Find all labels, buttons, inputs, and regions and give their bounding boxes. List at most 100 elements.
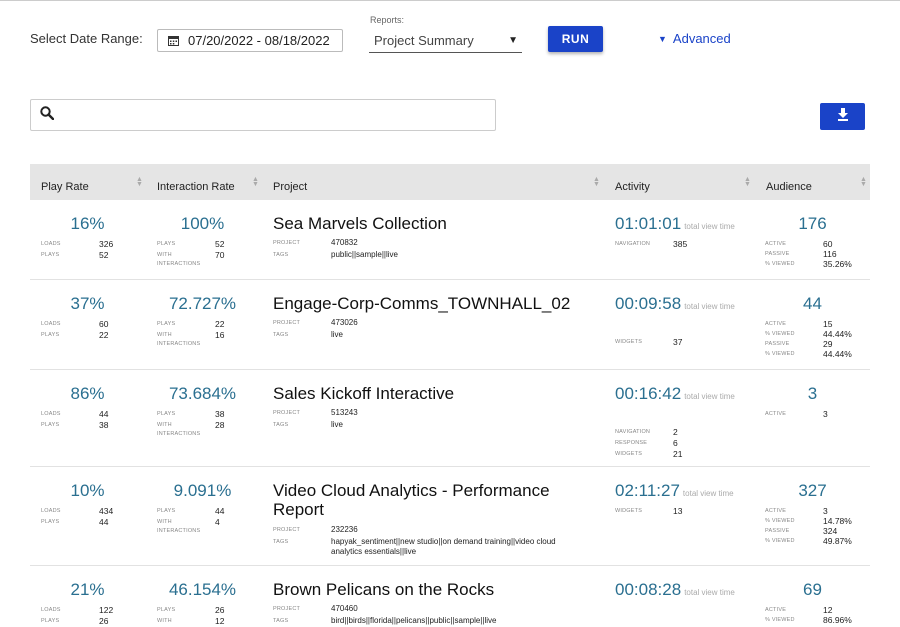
- project-details: Project 473026 Tags live: [273, 318, 571, 340]
- sort-icon[interactable]: ▲ ▼: [593, 176, 600, 188]
- interaction-rate-value: 46.154%: [168, 580, 237, 599]
- reports-select[interactable]: Project Summary ▼: [369, 29, 522, 53]
- project-details: Project 513243 Tags live: [273, 408, 571, 430]
- loads-label: Loads: [41, 411, 61, 417]
- project-title[interactable]: Brown Pelicans on the Rocks: [273, 580, 603, 599]
- project-title[interactable]: Sea Marvels Collection: [273, 214, 603, 233]
- tags-label: Tags: [273, 332, 289, 338]
- project-details: Project 470832 Tags public||sample||live: [273, 238, 571, 260]
- activity-details: NAVIGATION 385: [615, 240, 713, 249]
- activity-details: WIDGETS 37: [615, 338, 713, 347]
- plays-value: 26: [99, 616, 109, 626]
- activity-time-value: 00:09:58: [615, 294, 682, 313]
- with-interactions-value: 4: [215, 517, 220, 527]
- activity-time-label: total view time: [684, 392, 735, 401]
- table-row[interactable]: 16% Loads 326 Plays 52 100% Plays 52 With I…: [30, 200, 870, 280]
- ir-plays-value: 22: [215, 319, 225, 329]
- audience-item-label: % VIEWED: [765, 538, 795, 544]
- audience-item-label: ACTIVE: [765, 241, 787, 247]
- play-rate-value: 16%: [70, 214, 105, 233]
- report-table: Play Rate ▲ ▼ Interaction Rate ▲ ▼ Project…: [30, 164, 870, 627]
- column-header-audience[interactable]: Audience: [766, 181, 812, 193]
- calendar-icon[interactable]: [158, 35, 188, 46]
- table-body: 16% Loads 326 Plays 52 100% Plays 52 With I…: [30, 200, 870, 627]
- column-header-activity[interactable]: Activity: [615, 181, 650, 193]
- project-title[interactable]: Sales Kickoff Interactive: [273, 384, 603, 403]
- with-interactions-label: With Interactions: [157, 618, 172, 624]
- activity-details: NAVIGATION 2 RESPONSE 6 WIDGETS 21: [615, 428, 713, 459]
- audience-value: 176: [798, 214, 827, 233]
- interaction-rate-value: 9.091%: [173, 481, 232, 500]
- with-interactions-value: 12: [215, 616, 225, 626]
- table-row[interactable]: 21% Loads 122 Plays 26 46.154% Plays 26 Wit…: [30, 566, 870, 627]
- project-id-label: Project: [273, 410, 301, 416]
- loads-label: Loads: [41, 241, 61, 247]
- plays-label: Plays: [41, 252, 60, 258]
- audience-value: 3: [807, 384, 818, 403]
- table-row[interactable]: 10% Loads 434 Plays 44 9.091% Plays 44 With…: [30, 467, 870, 566]
- activity-details: WIDGETS 13: [615, 507, 713, 516]
- date-range-label: Select Date Range:: [30, 31, 143, 46]
- activity-item-label: RESPONSE: [615, 440, 648, 446]
- audience-item-value: 35.26%: [823, 259, 852, 269]
- with-interactions-value: 70: [215, 250, 225, 260]
- activity-time-value: 00:16:42: [615, 384, 682, 403]
- loads-label: Loads: [41, 321, 61, 327]
- table-row[interactable]: 37% Loads 60 Plays 22 72.727% Plays 22 With…: [30, 280, 870, 370]
- project-title[interactable]: Video Cloud Analytics - Performance Repo…: [273, 481, 603, 519]
- sort-icon[interactable]: ▲ ▼: [252, 176, 259, 188]
- audience-item-label: ACTIVE: [765, 607, 787, 613]
- interaction-rate-details: Plays 22 With Interactions 16: [157, 320, 255, 349]
- activity-item-label: WIDGETS: [615, 339, 643, 345]
- play-rate-details: Loads 326 Plays 52: [41, 240, 139, 260]
- plays-label: Plays: [41, 519, 60, 525]
- search-icon: [40, 105, 55, 125]
- ir-plays-value: 26: [215, 605, 225, 615]
- loads-value: 122: [99, 605, 114, 615]
- activity-item-label: WIDGETS: [615, 451, 643, 457]
- with-interactions-label: With Interactions: [157, 252, 201, 267]
- audience-item-value: 15: [823, 319, 833, 329]
- plays-label: Plays: [157, 508, 176, 514]
- column-header-interaction-rate[interactable]: Interaction Rate: [157, 181, 235, 193]
- activity-time-label: total view time: [684, 588, 735, 597]
- project-details: Project 470460 Tags bird||birds||florida||…: [273, 604, 571, 626]
- interaction-rate-details: Plays 52 With Interactions 70: [157, 240, 255, 269]
- sort-icon[interactable]: ▲ ▼: [744, 176, 751, 188]
- audience-item-label: % VIEWED: [765, 331, 795, 337]
- audience-item-label: ACTIVE: [765, 321, 787, 327]
- play-rate-details: Loads 122 Plays 26: [41, 606, 139, 626]
- audience-item-value: 60: [823, 239, 833, 249]
- sort-icon[interactable]: ▲ ▼: [136, 176, 143, 188]
- audience-value: 44: [803, 294, 822, 313]
- audience-item-value: 86.96%: [823, 615, 852, 625]
- interaction-rate-details: Plays 26 With Interactions 12: [157, 606, 255, 627]
- run-button[interactable]: RUN: [548, 26, 603, 52]
- project-title[interactable]: Engage-Corp-Comms_TOWNHALL_02: [273, 294, 603, 313]
- column-header-play-rate[interactable]: Play Rate: [41, 181, 89, 193]
- audience-details: ACTIVE 60 PASSIVE 116 % VIEWED 35.26%: [765, 240, 863, 269]
- audience-item-label: PASSIVE: [765, 251, 790, 257]
- loads-value: 326: [99, 239, 114, 249]
- plays-label: Plays: [157, 241, 176, 247]
- search-input[interactable]: [30, 99, 496, 131]
- ir-plays-value: 52: [215, 239, 225, 249]
- date-range-input[interactable]: 07/20/2022 - 08/18/2022: [157, 29, 343, 52]
- audience-item-value: 12: [823, 605, 833, 615]
- play-rate-value: 10%: [70, 481, 105, 500]
- audience-item-label: PASSIVE: [765, 341, 790, 347]
- activity-time-label: total view time: [684, 222, 735, 231]
- audience-details: ACTIVE 12 % VIEWED 86.96%: [765, 606, 863, 625]
- table-row[interactable]: 86% Loads 44 Plays 38 73.684% Plays 38 With…: [30, 370, 870, 467]
- audience-item-value: 324: [823, 526, 838, 536]
- sort-icon[interactable]: ▲ ▼: [860, 176, 867, 188]
- play-rate-details: Loads 60 Plays 22: [41, 320, 139, 340]
- advanced-toggle[interactable]: ▼ Advanced: [658, 31, 731, 46]
- plays-value: 22: [99, 330, 109, 340]
- audience-value: 69: [803, 580, 822, 599]
- tags-label: Tags: [273, 539, 289, 545]
- play-rate-value: 37%: [70, 294, 105, 313]
- plays-label: Plays: [157, 607, 176, 613]
- column-header-project[interactable]: Project: [273, 181, 307, 193]
- download-button[interactable]: [820, 103, 865, 130]
